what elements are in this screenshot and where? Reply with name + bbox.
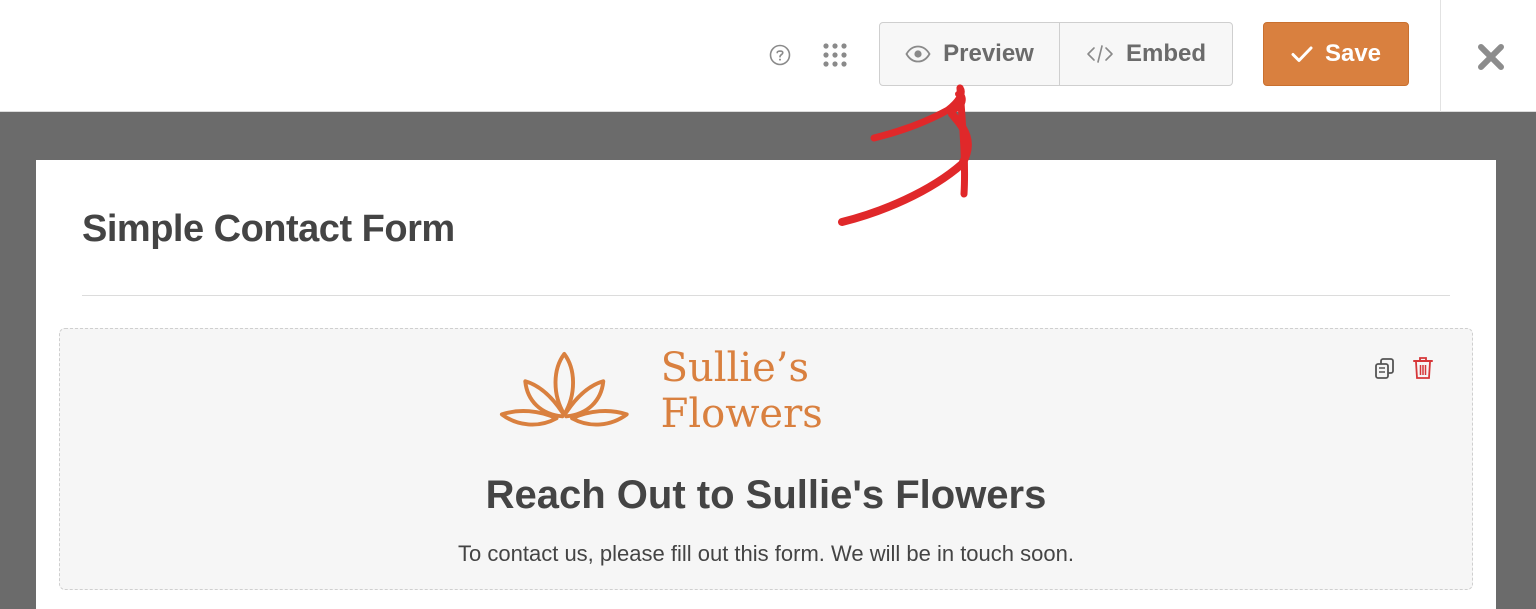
save-button[interactable]: Save <box>1263 22 1409 86</box>
top-toolbar: Preview Embed Save <box>0 0 1536 112</box>
close-icon <box>1478 44 1504 70</box>
preview-label: Preview <box>943 40 1034 67</box>
delete-icon[interactable] <box>1410 355 1436 381</box>
brand-logo: Sullie’s Flowers <box>496 345 976 437</box>
code-icon <box>1087 45 1113 63</box>
apps-grid-icon[interactable] <box>820 40 850 70</box>
save-label: Save <box>1324 40 1382 67</box>
form-title: Simple Contact Form <box>82 208 455 250</box>
title-divider <box>82 295 1450 296</box>
embed-label: Embed <box>1125 40 1206 67</box>
duplicate-icon[interactable] <box>1372 355 1398 381</box>
form-preview-panel: Simple Contact Form Sullie’s Flowers Rea… <box>36 160 1496 609</box>
logo-text: Sullie’s Flowers <box>660 345 823 437</box>
field-actions <box>1372 355 1436 381</box>
help-icon[interactable] <box>765 40 795 70</box>
close-builder-button[interactable] <box>1470 36 1512 78</box>
form-heading: Reach Out to Sullie's Flowers <box>485 473 1047 517</box>
toolbar-divider <box>1440 0 1441 112</box>
preview-button[interactable]: Preview <box>880 23 1060 85</box>
lotus-logo-icon <box>499 351 629 427</box>
eye-icon <box>905 45 931 63</box>
embed-button[interactable]: Embed <box>1060 23 1232 85</box>
content-field[interactable]: Sullie’s Flowers Reach Out to Sullie's F… <box>59 328 1473 590</box>
builder-canvas: Simple Contact Form Sullie’s Flowers Rea… <box>0 112 1536 609</box>
preview-embed-group: Preview Embed <box>879 22 1233 86</box>
checkmark-icon <box>1291 46 1313 62</box>
form-description: To contact us, please fill out this form… <box>458 541 1074 566</box>
